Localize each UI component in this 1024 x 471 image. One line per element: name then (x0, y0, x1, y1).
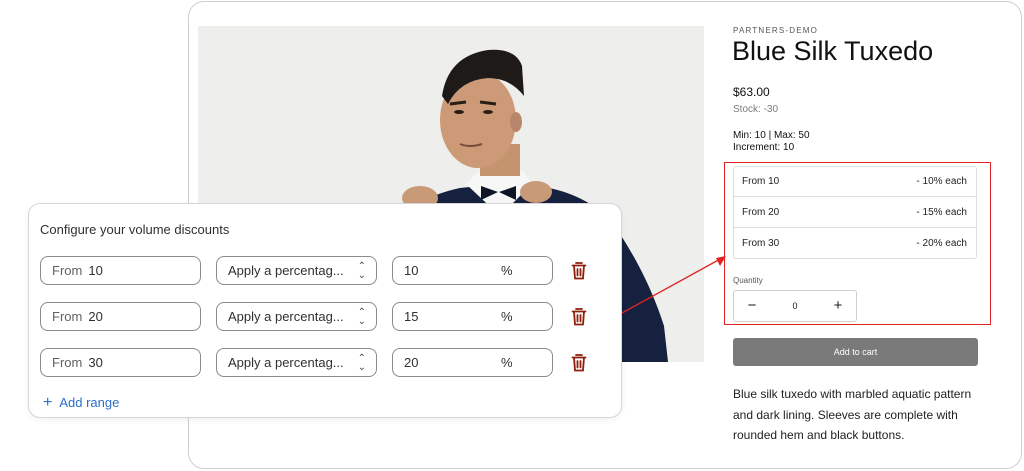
percent-suffix: % (501, 263, 513, 278)
discount-type-select[interactable]: Apply a percentag... ⌃ ⌄ (216, 256, 377, 285)
discount-type-value: Apply a percentag... (228, 355, 344, 370)
chevron-updown-icon: ⌃ ⌄ (357, 260, 366, 281)
increment-text: Increment: 10 (733, 142, 795, 153)
min-max-text: Min: 10 | Max: 50 (733, 130, 810, 141)
discount-value-input[interactable]: 20 % (392, 348, 553, 377)
product-price: $63.00 (733, 85, 770, 99)
add-to-cart-button[interactable]: Add to cart (733, 338, 978, 366)
from-value: 30 (88, 355, 103, 370)
product-description: Blue silk tuxedo with marbled aquatic pa… (733, 387, 972, 442)
from-prefix: From (52, 355, 83, 370)
add-range-label: Add range (59, 395, 120, 410)
range-row: From 10 Apply a percentag... ⌃ ⌄ 10 % (40, 256, 606, 286)
add-range-button[interactable]: + Add range (43, 394, 120, 411)
from-quantity-input[interactable]: From 30 (40, 348, 201, 377)
quantity-limits: Min: 10 | Max: 50 Increment: 10 (733, 130, 810, 154)
discount-value-input[interactable]: 15 % (392, 302, 553, 331)
from-value: 10 (88, 263, 103, 278)
product-stock: Stock: -30 (733, 104, 779, 115)
chevron-updown-icon: ⌃ ⌄ (357, 352, 366, 373)
discount-type-select[interactable]: Apply a percentag... ⌃ ⌄ (216, 348, 377, 377)
range-row: From 30 Apply a percentag... ⌃ ⌄ 20 % (40, 348, 606, 378)
range-row: From 20 Apply a percentag... ⌃ ⌄ 15 % (40, 302, 606, 332)
from-quantity-input[interactable]: From 20 (40, 302, 201, 331)
discount-value: 10 (404, 263, 419, 278)
trash-icon[interactable] (571, 308, 587, 326)
trash-icon[interactable] (571, 262, 587, 280)
product-vendor: PARTNERS-DEMO (733, 26, 819, 35)
panel-title: Configure your volume discounts (40, 222, 230, 237)
discount-type-select[interactable]: Apply a percentag... ⌃ ⌄ (216, 302, 377, 331)
highlight-box (724, 162, 991, 325)
from-value: 20 (88, 309, 103, 324)
from-prefix: From (52, 263, 83, 278)
percent-suffix: % (501, 355, 513, 370)
trash-icon[interactable] (571, 354, 587, 372)
product-title: Blue Silk Tuxedo (732, 36, 934, 66)
chevron-updown-icon: ⌃ ⌄ (357, 306, 366, 327)
discount-value-input[interactable]: 10 % (392, 256, 553, 285)
plus-icon: + (43, 394, 53, 411)
discount-value: 15 (404, 309, 419, 324)
discount-value: 20 (404, 355, 419, 370)
discount-type-value: Apply a percentag... (228, 309, 344, 324)
from-prefix: From (52, 309, 83, 324)
discount-type-value: Apply a percentag... (228, 263, 344, 278)
volume-discount-panel: Configure your volume discounts From 10 … (28, 203, 622, 418)
percent-suffix: % (501, 309, 513, 324)
from-quantity-input[interactable]: From 10 (40, 256, 201, 285)
